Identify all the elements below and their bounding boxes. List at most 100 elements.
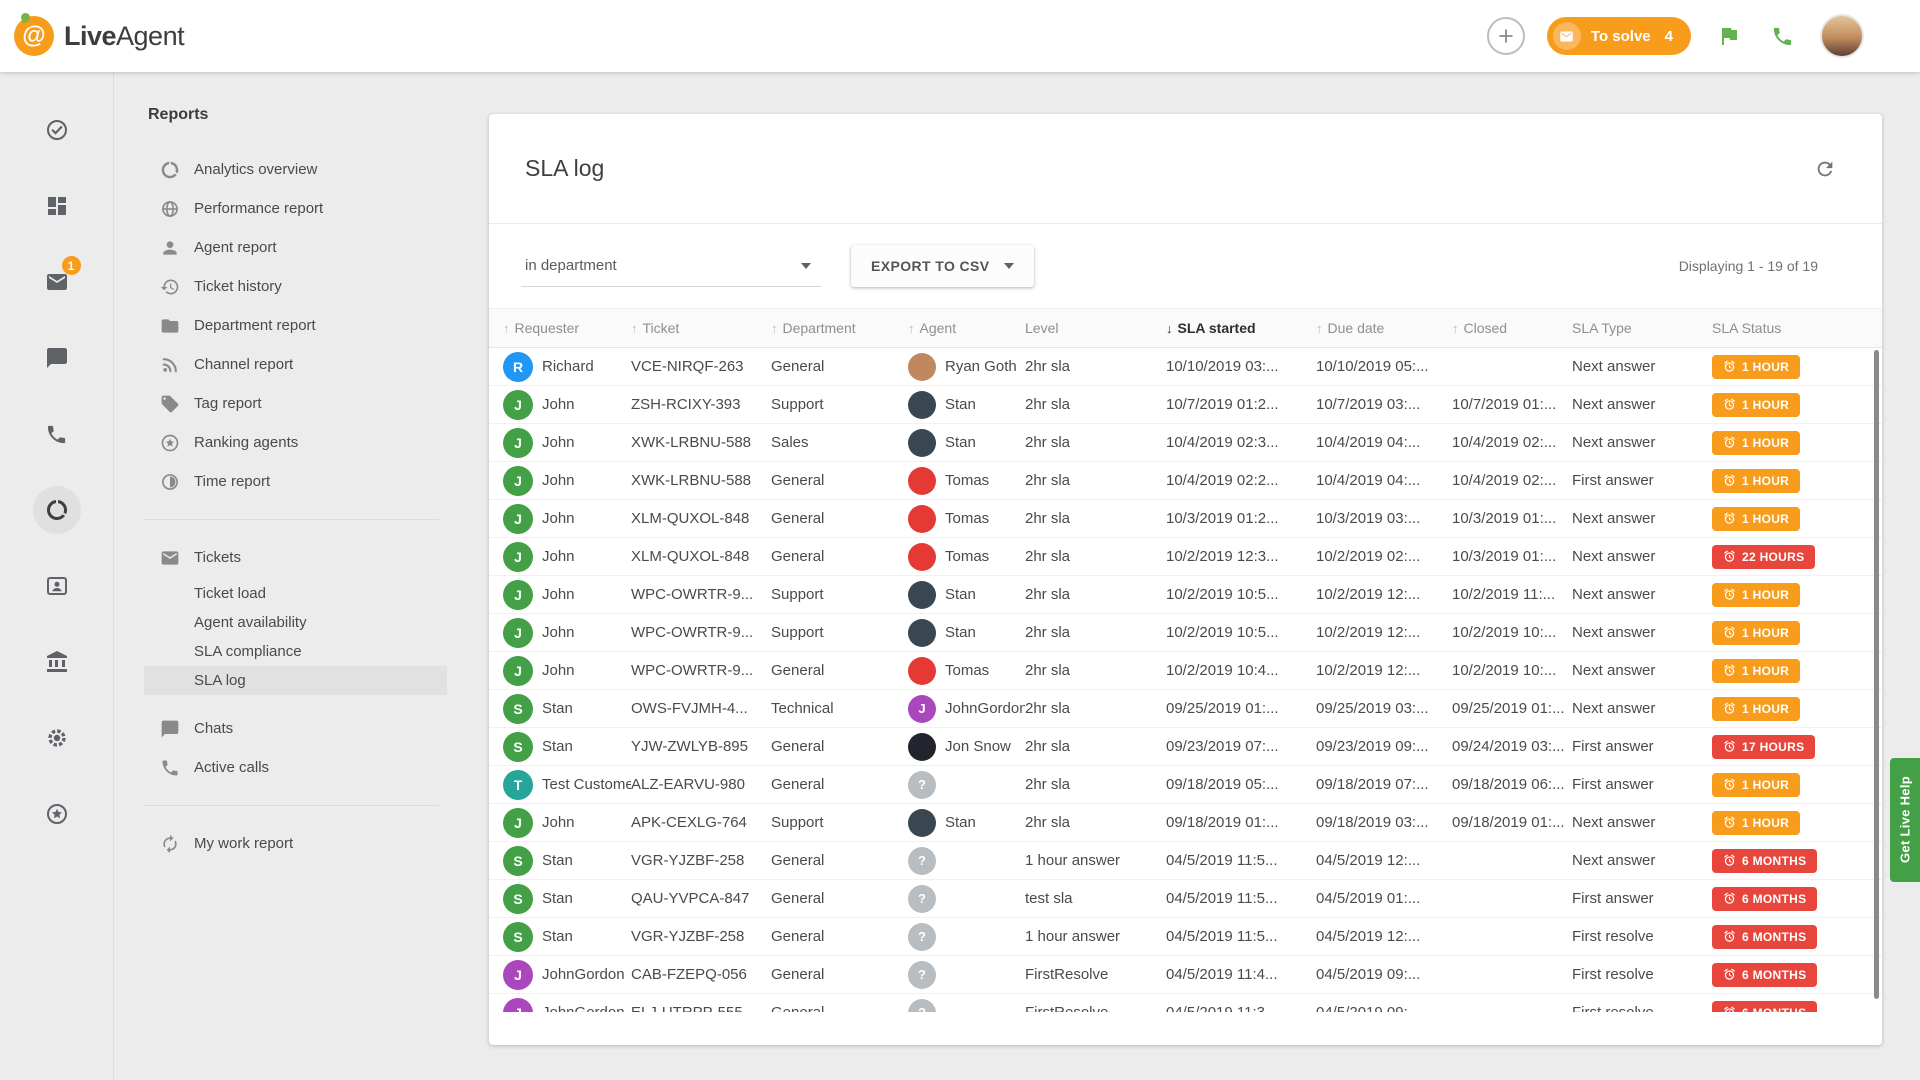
rail-item-calls[interactable] xyxy=(33,410,81,458)
sla-started-cell: 10/2/2019 10:4... xyxy=(1166,662,1316,679)
add-new-button[interactable] xyxy=(1487,17,1525,55)
table-row[interactable]: JJohnGordonCAB-FZEPQ-056General?FirstRes… xyxy=(489,956,1882,994)
rail-item-chats[interactable] xyxy=(33,334,81,382)
table-row[interactable]: JJohnWPC-OWRTR-9...GeneralTomas2hr sla10… xyxy=(489,652,1882,690)
agent-name: Ryan Goth xyxy=(945,358,1017,375)
sidebar-item-ticket-history[interactable]: Ticket history xyxy=(144,267,447,306)
level-cell: 2hr sla xyxy=(1025,510,1166,527)
department-name: General xyxy=(771,1004,824,1012)
table-row[interactable]: JJohnZSH-RCIXY-393SupportStan2hr sla10/7… xyxy=(489,386,1882,424)
rail-item-customers[interactable] xyxy=(33,562,81,610)
sla-status-cell: 1 HOUR xyxy=(1712,659,1882,683)
get-live-help-tab[interactable]: Get Live Help xyxy=(1890,758,1920,882)
table-row[interactable]: SStanOWS-FVJMH-4...TechnicalJJohnGordon2… xyxy=(489,690,1882,728)
table-row[interactable]: JJohnWPC-OWRTR-9...SupportStan2hr sla10/… xyxy=(489,614,1882,652)
rail-item-rewards[interactable] xyxy=(33,790,81,838)
table-row[interactable]: RRichardVCE-NIRQF-263GeneralRyan Goth2hr… xyxy=(489,348,1882,386)
closed-date: 10/2/2019 10:... xyxy=(1452,662,1556,679)
sidebar-item-time-report[interactable]: Time report xyxy=(144,462,447,501)
sla-level: 2hr sla xyxy=(1025,738,1070,755)
table-scrollbar[interactable] xyxy=(1874,350,1879,1019)
sla-started-cell: 04/5/2019 11:5... xyxy=(1166,928,1316,945)
user-avatar[interactable] xyxy=(1820,14,1864,58)
department-name: General xyxy=(771,472,824,489)
closed-cell: 10/2/2019 11:... xyxy=(1452,586,1572,603)
sidebar-title: Reports xyxy=(148,106,447,124)
table-row[interactable]: JJohnXLM-QUXOL-848GeneralTomas2hr sla10/… xyxy=(489,500,1882,538)
sla-status-cell: 1 HOUR xyxy=(1712,621,1882,645)
sidebar-item-agent-report[interactable]: Agent report xyxy=(144,228,447,267)
sla-status-label: 1 HOUR xyxy=(1742,702,1789,716)
sidebar-item-analytics-overview[interactable]: Analytics overview xyxy=(144,150,447,189)
sidebar-item-chats[interactable]: Chats xyxy=(144,709,447,748)
column-header-due-date[interactable]: Due date xyxy=(1316,320,1452,336)
tickets-sub-list: Ticket load Agent availability SLA compl… xyxy=(144,579,447,695)
rail-item-settings[interactable] xyxy=(33,714,81,762)
export-csv-button[interactable]: EXPORT TO CSV xyxy=(851,245,1034,287)
sidebar-item-my-work-report[interactable]: My work report xyxy=(144,824,447,863)
level-cell: 2hr sla xyxy=(1025,472,1166,489)
column-header-sla-status[interactable]: SLA Status xyxy=(1712,320,1882,336)
table-row[interactable]: SStanVGR-YJZBF-258General?1 hour answer0… xyxy=(489,918,1882,956)
sla-type-cell: First answer xyxy=(1572,776,1712,793)
sidebar-item-tickets[interactable]: Tickets xyxy=(144,538,447,577)
closed-cell: 10/2/2019 10:... xyxy=(1452,662,1572,679)
table-row[interactable]: JJohnXWK-LRBNU-588GeneralTomas2hr sla10/… xyxy=(489,462,1882,500)
department-cell: General xyxy=(771,966,908,983)
ticket-cell: ELJ-UTRPP-555 xyxy=(631,1004,771,1012)
column-header-sla-type[interactable]: SLA Type xyxy=(1572,320,1712,336)
sidebar-item-active-calls[interactable]: Active calls xyxy=(144,748,447,787)
sla-started-date: 09/18/2019 05:... xyxy=(1166,776,1279,793)
scrollbar-thumb[interactable] xyxy=(1874,350,1879,999)
sla-started-date: 10/2/2019 10:5... xyxy=(1166,624,1279,641)
department-filter-select[interactable]: in department xyxy=(521,245,821,287)
closed-date: 10/2/2019 10:... xyxy=(1452,624,1556,641)
chat-bubble-icon xyxy=(45,346,69,370)
to-solve-button[interactable]: To solve 4 xyxy=(1547,17,1691,55)
rail-item-billing[interactable] xyxy=(33,638,81,686)
sidebar-item-sla-log[interactable]: SLA log xyxy=(144,666,447,695)
sidebar-item-sla-compliance[interactable]: SLA compliance xyxy=(144,637,447,666)
table-row[interactable]: SStanQAU-YVPCA-847General?test sla04/5/2… xyxy=(489,880,1882,918)
column-header-level[interactable]: Level xyxy=(1025,320,1166,336)
column-header-sla-started[interactable]: SLA started xyxy=(1166,320,1316,336)
table-row[interactable]: JJohnXWK-LRBNU-588SalesStan2hr sla10/4/2… xyxy=(489,424,1882,462)
column-header-department[interactable]: Department xyxy=(771,320,908,336)
sidebar-item-ranking-agents[interactable]: Ranking agents xyxy=(144,423,447,462)
column-header-closed[interactable]: Closed xyxy=(1452,320,1572,336)
sla-level: 2hr sla xyxy=(1025,434,1070,451)
table-row[interactable]: JJohnXLM-QUXOL-848GeneralTomas2hr sla10/… xyxy=(489,538,1882,576)
refresh-button[interactable] xyxy=(1808,152,1842,186)
table-row[interactable]: SStanVGR-YJZBF-258General?1 hour answer0… xyxy=(489,842,1882,880)
refresh-icon xyxy=(1814,158,1836,180)
sidebar-item-channel-report[interactable]: Channel report xyxy=(144,345,447,384)
column-header-agent[interactable]: Agent xyxy=(908,320,1025,336)
rail-item-getting-started[interactable] xyxy=(33,106,81,154)
rail-item-reports[interactable] xyxy=(33,486,81,534)
sort-icon xyxy=(503,320,510,336)
sidebar-item-department-report[interactable]: Department report xyxy=(144,306,447,345)
table-row[interactable]: TTest CustomerALZ-EARVU-980General?2hr s… xyxy=(489,766,1882,804)
agent-name: Tomas xyxy=(945,472,989,489)
liveagent-logo[interactable]: @ LiveAgent xyxy=(14,16,184,56)
column-header-ticket[interactable]: Ticket xyxy=(631,320,771,336)
table-row[interactable]: JJohnAPK-CEXLG-764SupportStan2hr sla09/1… xyxy=(489,804,1882,842)
table-row[interactable]: JJohnGordonELJ-UTRPP-555General?FirstRes… xyxy=(489,994,1882,1012)
sidebar-item-tag-report[interactable]: Tag report xyxy=(144,384,447,423)
table-header: Requester Ticket Department Agent Level … xyxy=(489,308,1882,348)
rail-item-dashboard[interactable] xyxy=(33,182,81,230)
calls-status-button[interactable] xyxy=(1767,21,1798,52)
sidebar-item-agent-availability[interactable]: Agent availability xyxy=(144,608,447,637)
sidebar-item-ticket-load[interactable]: Ticket load xyxy=(144,579,447,608)
sla-started-cell: 10/7/2019 01:2... xyxy=(1166,396,1316,413)
level-cell: 2hr sla xyxy=(1025,776,1166,793)
chats-status-button[interactable] xyxy=(1713,20,1745,52)
column-header-requester[interactable]: Requester xyxy=(503,320,631,336)
rail-item-tickets[interactable]: 1 xyxy=(33,258,81,306)
topbar: @ LiveAgent To solve 4 xyxy=(0,0,1920,72)
table-row[interactable]: SStanYJW-ZWLYB-895GeneralJon Snow2hr sla… xyxy=(489,728,1882,766)
contact-card-icon xyxy=(45,574,69,598)
ticket-cell: XWK-LRBNU-588 xyxy=(631,434,771,451)
table-row[interactable]: JJohnWPC-OWRTR-9...SupportStan2hr sla10/… xyxy=(489,576,1882,614)
sidebar-item-performance-report[interactable]: Performance report xyxy=(144,189,447,228)
